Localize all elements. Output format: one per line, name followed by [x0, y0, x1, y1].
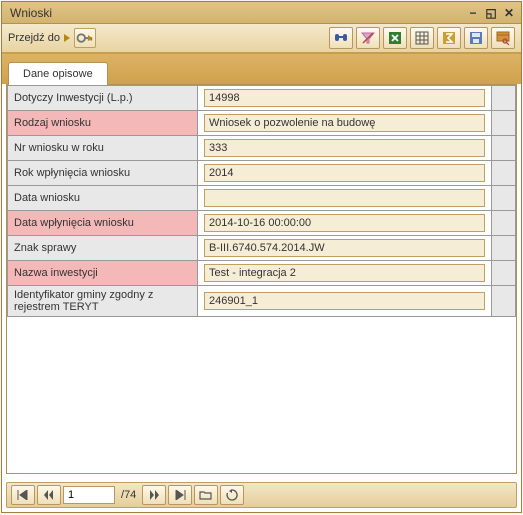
arrow-right-icon	[64, 34, 70, 42]
field-label: Data wpłynięcia wniosku	[8, 211, 198, 236]
open-button[interactable]	[194, 485, 218, 505]
field-trailing-cell	[492, 86, 516, 111]
form-row: Dotyczy Inwestycji (L.p.)	[8, 86, 516, 111]
field-input[interactable]	[204, 139, 485, 157]
field-label: Nazwa inwestycji	[8, 261, 198, 286]
export-excel-button[interactable]	[383, 27, 407, 49]
pager-bar: /74	[6, 482, 517, 508]
field-label: Znak sprawy	[8, 236, 198, 261]
form-row: Rok wpłynięcia wniosku	[8, 161, 516, 186]
form-row: Identyfikator gminy zgodny z rejestrem T…	[8, 286, 516, 317]
refresh-icon	[226, 489, 238, 501]
form-row: Rodzaj wniosku	[8, 111, 516, 136]
field-trailing-cell	[492, 261, 516, 286]
page-total-value: 74	[124, 489, 136, 501]
prev-page-button[interactable]	[37, 485, 61, 505]
page-input[interactable]	[63, 486, 115, 504]
floppy-icon	[468, 30, 484, 46]
grid-button[interactable]	[410, 27, 434, 49]
go-to-label: Przejdź do	[8, 32, 60, 44]
form-row: Nr wniosku w roku	[8, 136, 516, 161]
field-value-cell	[198, 211, 492, 236]
find-button[interactable]	[329, 27, 353, 49]
tab-bar: Dane opisowe	[2, 54, 521, 84]
form-content: Dotyczy Inwestycji (L.p.)Rodzaj wnioskuN…	[6, 84, 517, 474]
sigma-icon	[441, 30, 457, 46]
window-title: Wnioski	[6, 6, 463, 20]
field-input[interactable]	[204, 114, 485, 132]
key-dropdown-button[interactable]	[74, 28, 96, 48]
field-input[interactable]	[204, 189, 485, 207]
binoculars-icon	[333, 30, 349, 46]
field-input[interactable]	[204, 164, 485, 182]
maximize-button[interactable]: ◱	[483, 5, 499, 21]
minimize-button[interactable]: −	[465, 5, 481, 21]
excel-icon	[387, 30, 403, 46]
field-input[interactable]	[204, 89, 485, 107]
prev-icon	[44, 490, 54, 500]
field-label: Identyfikator gminy zgodny z rejestrem T…	[8, 286, 198, 317]
last-icon	[174, 490, 186, 500]
field-value-cell	[198, 111, 492, 136]
sum-button[interactable]	[437, 27, 461, 49]
form-row: Znak sprawy	[8, 236, 516, 261]
save-button[interactable]	[464, 27, 488, 49]
tab-descriptive-data[interactable]: Dane opisowe	[8, 62, 108, 85]
form-row: Nazwa inwestycji	[8, 261, 516, 286]
table-key-icon	[495, 30, 511, 46]
close-button[interactable]: ✕	[501, 5, 517, 21]
page-total: /74	[117, 489, 140, 501]
field-trailing-cell	[492, 111, 516, 136]
toolbar: Przejdź do	[2, 24, 521, 54]
form-row: Data wniosku	[8, 186, 516, 211]
field-label: Rok wpłynięcia wniosku	[8, 161, 198, 186]
field-input[interactable]	[204, 239, 485, 257]
settings-button[interactable]	[491, 27, 515, 49]
field-value-cell	[198, 161, 492, 186]
field-trailing-cell	[492, 236, 516, 261]
clear-filter-button[interactable]	[356, 27, 380, 49]
go-to-group[interactable]: Przejdź do	[8, 28, 96, 48]
filter-off-icon	[360, 30, 376, 46]
field-input[interactable]	[204, 264, 485, 282]
field-label: Rodzaj wniosku	[8, 111, 198, 136]
next-icon	[149, 490, 159, 500]
key-icon	[75, 28, 95, 48]
field-input[interactable]	[204, 214, 485, 232]
field-value-cell	[198, 86, 492, 111]
last-page-button[interactable]	[168, 485, 192, 505]
grid-icon	[414, 30, 430, 46]
field-label: Dotyczy Inwestycji (L.p.)	[8, 86, 198, 111]
field-trailing-cell	[492, 186, 516, 211]
field-value-cell	[198, 261, 492, 286]
next-page-button[interactable]	[142, 485, 166, 505]
field-trailing-cell	[492, 136, 516, 161]
field-value-cell	[198, 136, 492, 161]
field-value-cell	[198, 186, 492, 211]
title-bar: Wnioski − ◱ ✕	[2, 2, 521, 24]
field-trailing-cell	[492, 286, 516, 317]
field-value-cell	[198, 286, 492, 317]
folder-open-icon	[199, 489, 213, 501]
chevron-right-icon	[88, 35, 92, 41]
form-row: Data wpłynięcia wniosku	[8, 211, 516, 236]
field-input[interactable]	[204, 292, 485, 310]
first-page-button[interactable]	[11, 485, 35, 505]
field-value-cell	[198, 236, 492, 261]
form-table: Dotyczy Inwestycji (L.p.)Rodzaj wnioskuN…	[7, 85, 516, 317]
field-trailing-cell	[492, 161, 516, 186]
field-label: Nr wniosku w roku	[8, 136, 198, 161]
window: Wnioski − ◱ ✕ Przejdź do	[1, 1, 522, 513]
refresh-button[interactable]	[220, 485, 244, 505]
field-label: Data wniosku	[8, 186, 198, 211]
first-icon	[17, 490, 29, 500]
field-trailing-cell	[492, 211, 516, 236]
